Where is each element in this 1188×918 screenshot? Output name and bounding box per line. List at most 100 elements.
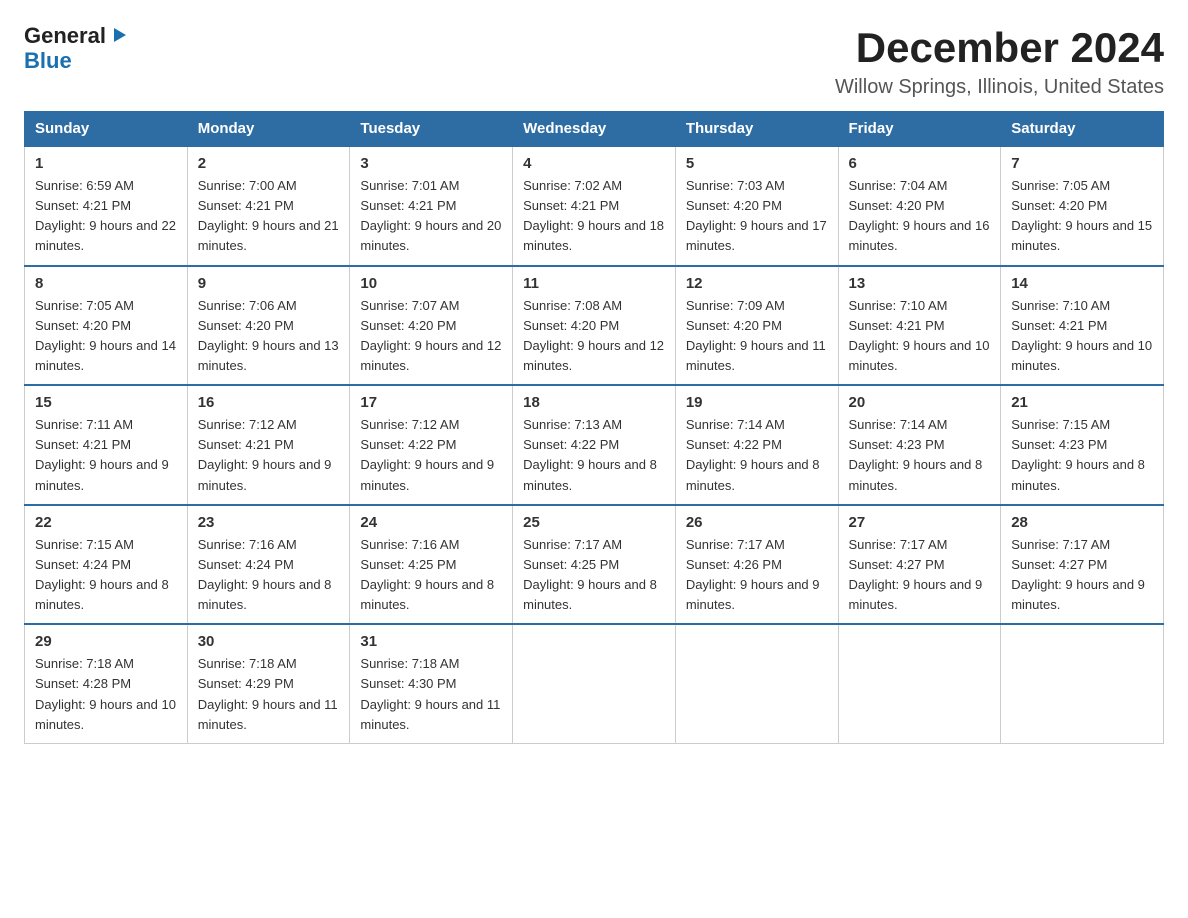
day-info: Sunrise: 7:01 AMSunset: 4:21 PMDaylight:… bbox=[360, 176, 502, 257]
day-number: 31 bbox=[360, 633, 502, 650]
calendar-cell: 20 Sunrise: 7:14 AMSunset: 4:23 PMDayligh… bbox=[838, 385, 1001, 505]
day-number: 17 bbox=[360, 394, 502, 411]
calendar-cell: 15Sunrise: 7:11 AMSunset: 4:21 PMDayligh… bbox=[25, 385, 188, 505]
day-number: 21 bbox=[1011, 394, 1153, 411]
day-info: Sunrise: 7:10 AMSunset: 4:21 PMDaylight:… bbox=[849, 296, 991, 377]
header-tuesday: Tuesday bbox=[350, 112, 513, 147]
day-number: 30 bbox=[198, 633, 340, 650]
calendar-cell: 27Sunrise: 7:17 AMSunset: 4:27 PMDayligh… bbox=[838, 505, 1001, 625]
day-number: 16 bbox=[198, 394, 340, 411]
calendar-cell: 24 Sunrise: 7:16 AMSunset: 4:25 PMDayligh… bbox=[350, 505, 513, 625]
day-info: Sunrise: 7:17 AMSunset: 4:27 PMDaylight:… bbox=[849, 535, 991, 616]
day-info: Sunrise: 7:16 AMSunset: 4:24 PMDaylight:… bbox=[198, 535, 340, 616]
day-info: Sunrise: 7:18 AMSunset: 4:28 PMDaylight:… bbox=[35, 654, 177, 735]
day-info: Sunrise: 7:18 AMSunset: 4:29 PMDaylight:… bbox=[198, 654, 340, 735]
day-number: 28 bbox=[1011, 514, 1153, 531]
day-number: 25 bbox=[523, 514, 665, 531]
day-number: 8 bbox=[35, 275, 177, 292]
calendar-header-row: SundayMondayTuesdayWednesdayThursdayFrid… bbox=[25, 112, 1164, 147]
calendar-cell: 23 Sunrise: 7:16 AMSunset: 4:24 PMDayligh… bbox=[187, 505, 350, 625]
header-sunday: Sunday bbox=[25, 112, 188, 147]
title-section: December 2024 Willow Springs, Illinois, … bbox=[835, 24, 1164, 99]
day-number: 18 bbox=[523, 394, 665, 411]
calendar-cell: 5Sunrise: 7:03 AMSunset: 4:20 PMDaylight… bbox=[675, 146, 838, 266]
logo: General Blue bbox=[24, 24, 130, 74]
day-number: 20 bbox=[849, 394, 991, 411]
page-header: General Blue December 2024 Willow Spring… bbox=[24, 24, 1164, 99]
day-number: 10 bbox=[360, 275, 502, 292]
calendar-cell: 13 Sunrise: 7:10 AMSunset: 4:21 PMDayligh… bbox=[838, 266, 1001, 386]
header-monday: Monday bbox=[187, 112, 350, 147]
calendar-cell: 26 Sunrise: 7:17 AMSunset: 4:26 PMDayligh… bbox=[675, 505, 838, 625]
header-wednesday: Wednesday bbox=[513, 112, 676, 147]
calendar-cell: 7 Sunrise: 7:05 AMSunset: 4:20 PMDaylight… bbox=[1001, 146, 1164, 266]
day-info: Sunrise: 7:07 AMSunset: 4:20 PMDaylight:… bbox=[360, 296, 502, 377]
day-number: 11 bbox=[523, 275, 665, 292]
calendar-week-row: 1Sunrise: 6:59 AMSunset: 4:21 PMDaylight… bbox=[25, 146, 1164, 266]
header-saturday: Saturday bbox=[1001, 112, 1164, 147]
calendar-week-row: 22Sunrise: 7:15 AMSunset: 4:24 PMDayligh… bbox=[25, 505, 1164, 625]
calendar-cell: 29 Sunrise: 7:18 AMSunset: 4:28 PMDayligh… bbox=[25, 624, 188, 743]
day-info: Sunrise: 7:10 AMSunset: 4:21 PMDaylight:… bbox=[1011, 296, 1153, 377]
day-info: Sunrise: 7:04 AMSunset: 4:20 PMDaylight:… bbox=[849, 176, 991, 257]
calendar-cell: 17 Sunrise: 7:12 AMSunset: 4:22 PMDayligh… bbox=[350, 385, 513, 505]
day-number: 23 bbox=[198, 514, 340, 531]
day-info: Sunrise: 7:02 AMSunset: 4:21 PMDaylight:… bbox=[523, 176, 665, 257]
calendar-cell: 16 Sunrise: 7:12 AMSunset: 4:21 PMDayligh… bbox=[187, 385, 350, 505]
day-info: Sunrise: 7:13 AMSunset: 4:22 PMDaylight:… bbox=[523, 415, 665, 496]
calendar-cell: 18 Sunrise: 7:13 AMSunset: 4:22 PMDayligh… bbox=[513, 385, 676, 505]
calendar-cell: 21Sunrise: 7:15 AMSunset: 4:23 PMDayligh… bbox=[1001, 385, 1164, 505]
calendar-cell bbox=[838, 624, 1001, 743]
day-number: 4 bbox=[523, 155, 665, 172]
calendar-cell: 12 Sunrise: 7:09 AMSunset: 4:20 PMDayligh… bbox=[675, 266, 838, 386]
calendar-cell: 8 Sunrise: 7:05 AMSunset: 4:20 PMDaylight… bbox=[25, 266, 188, 386]
day-info: Sunrise: 7:17 AMSunset: 4:26 PMDaylight:… bbox=[686, 535, 828, 616]
day-number: 6 bbox=[849, 155, 991, 172]
calendar-cell: 30 Sunrise: 7:18 AMSunset: 4:29 PMDayligh… bbox=[187, 624, 350, 743]
day-number: 3 bbox=[360, 155, 502, 172]
calendar-cell bbox=[1001, 624, 1164, 743]
calendar-cell: 4 Sunrise: 7:02 AMSunset: 4:21 PMDaylight… bbox=[513, 146, 676, 266]
day-number: 2 bbox=[198, 155, 340, 172]
calendar-week-row: 15Sunrise: 7:11 AMSunset: 4:21 PMDayligh… bbox=[25, 385, 1164, 505]
calendar-cell: 2Sunrise: 7:00 AMSunset: 4:21 PMDaylight… bbox=[187, 146, 350, 266]
day-number: 26 bbox=[686, 514, 828, 531]
calendar-cell: 1Sunrise: 6:59 AMSunset: 4:21 PMDaylight… bbox=[25, 146, 188, 266]
day-number: 9 bbox=[198, 275, 340, 292]
day-number: 19 bbox=[686, 394, 828, 411]
day-info: Sunrise: 7:05 AMSunset: 4:20 PMDaylight:… bbox=[1011, 176, 1153, 257]
calendar-cell: 14 Sunrise: 7:10 AMSunset: 4:21 PMDayligh… bbox=[1001, 266, 1164, 386]
calendar-table: SundayMondayTuesdayWednesdayThursdayFrid… bbox=[24, 111, 1164, 744]
calendar-cell: 6 Sunrise: 7:04 AMSunset: 4:20 PMDaylight… bbox=[838, 146, 1001, 266]
day-info: Sunrise: 7:18 AMSunset: 4:30 PMDaylight:… bbox=[360, 654, 502, 735]
header-friday: Friday bbox=[838, 112, 1001, 147]
day-info: Sunrise: 7:08 AMSunset: 4:20 PMDaylight:… bbox=[523, 296, 665, 377]
calendar-title: December 2024 bbox=[835, 24, 1164, 72]
day-number: 29 bbox=[35, 633, 177, 650]
day-number: 24 bbox=[360, 514, 502, 531]
logo-arrow-icon bbox=[108, 24, 130, 46]
day-number: 22 bbox=[35, 514, 177, 531]
calendar-cell: 28 Sunrise: 7:17 AMSunset: 4:27 PMDayligh… bbox=[1001, 505, 1164, 625]
day-info: Sunrise: 7:12 AMSunset: 4:22 PMDaylight:… bbox=[360, 415, 502, 496]
day-info: Sunrise: 7:14 AMSunset: 4:23 PMDaylight:… bbox=[849, 415, 991, 496]
calendar-cell bbox=[513, 624, 676, 743]
location-subtitle: Willow Springs, Illinois, United States bbox=[835, 76, 1164, 99]
header-thursday: Thursday bbox=[675, 112, 838, 147]
calendar-cell: 3 Sunrise: 7:01 AMSunset: 4:21 PMDaylight… bbox=[350, 146, 513, 266]
calendar-week-row: 29 Sunrise: 7:18 AMSunset: 4:28 PMDayligh… bbox=[25, 624, 1164, 743]
day-info: Sunrise: 7:03 AMSunset: 4:20 PMDaylight:… bbox=[686, 176, 828, 257]
calendar-cell: 19 Sunrise: 7:14 AMSunset: 4:22 PMDayligh… bbox=[675, 385, 838, 505]
calendar-cell: 10 Sunrise: 7:07 AMSunset: 4:20 PMDayligh… bbox=[350, 266, 513, 386]
day-info: Sunrise: 7:12 AMSunset: 4:21 PMDaylight:… bbox=[198, 415, 340, 496]
day-info: Sunrise: 7:16 AMSunset: 4:25 PMDaylight:… bbox=[360, 535, 502, 616]
day-info: Sunrise: 7:14 AMSunset: 4:22 PMDaylight:… bbox=[686, 415, 828, 496]
day-info: Sunrise: 7:17 AMSunset: 4:27 PMDaylight:… bbox=[1011, 535, 1153, 616]
day-info: Sunrise: 7:05 AMSunset: 4:20 PMDaylight:… bbox=[35, 296, 177, 377]
day-number: 7 bbox=[1011, 155, 1153, 172]
day-number: 13 bbox=[849, 275, 991, 292]
day-info: Sunrise: 7:09 AMSunset: 4:20 PMDaylight:… bbox=[686, 296, 828, 377]
day-number: 14 bbox=[1011, 275, 1153, 292]
calendar-cell: 9Sunrise: 7:06 AMSunset: 4:20 PMDaylight… bbox=[187, 266, 350, 386]
day-number: 12 bbox=[686, 275, 828, 292]
